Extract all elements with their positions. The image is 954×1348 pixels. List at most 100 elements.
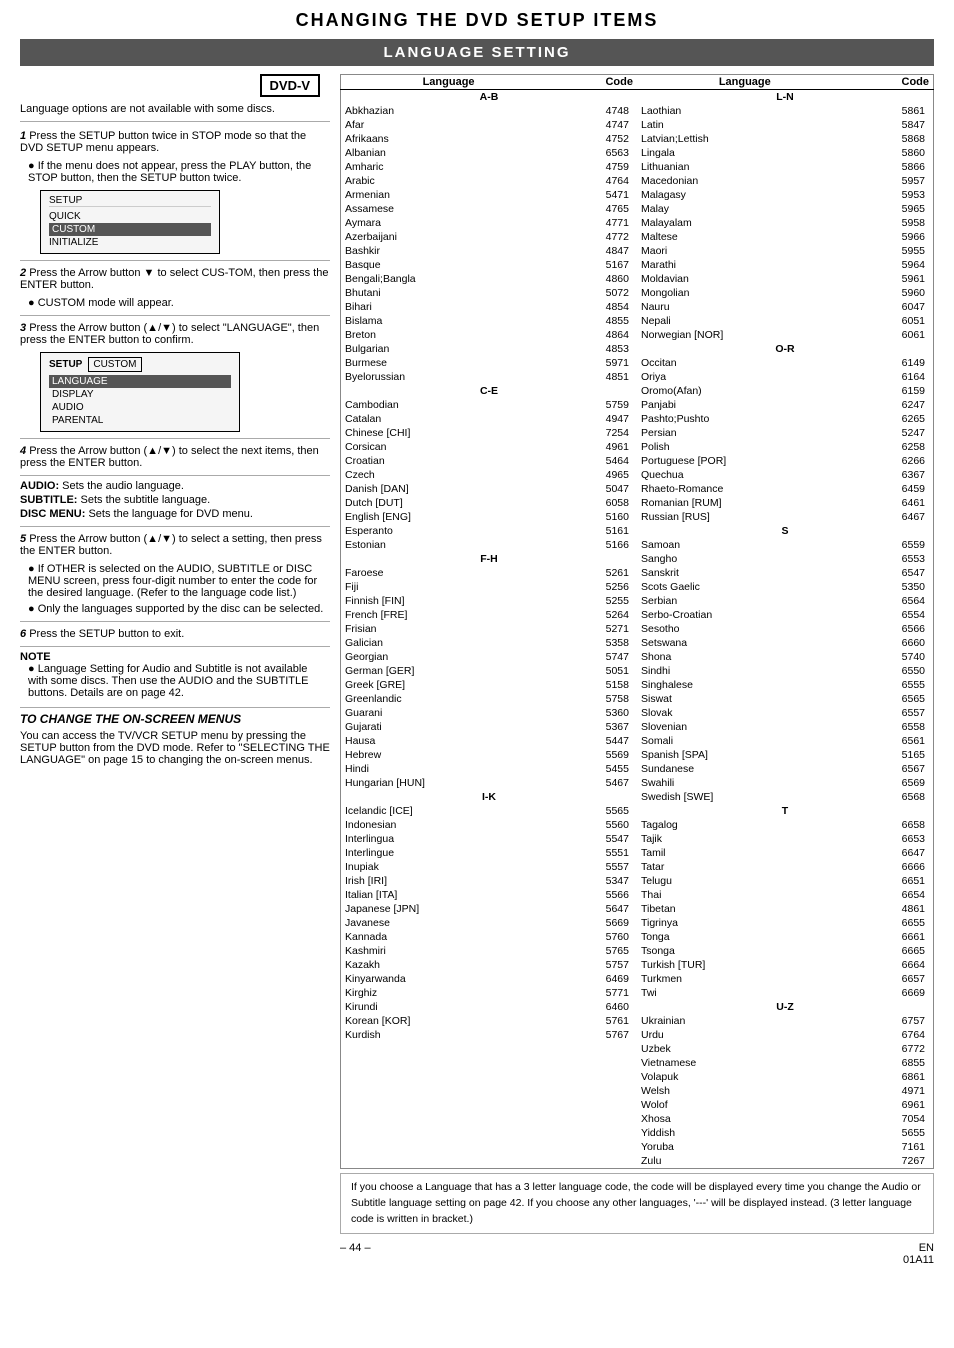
lang-name-left: Inupiak [341, 860, 557, 874]
lang-code-left: 4765 [556, 202, 637, 216]
table-row: Amharic4759Lithuanian5866 [341, 160, 934, 174]
lang-code-left: 5256 [556, 580, 637, 594]
lang-name-left: Kannada [341, 930, 557, 944]
lang-name-right: Maori [637, 244, 853, 258]
note-section: NOTE Language Setting for Audio and Subt… [20, 646, 330, 699]
lang-code-left: 6460 [556, 1000, 637, 1014]
table-row: Italian [ITA]5566Thai6654 [341, 888, 934, 902]
lang-name-right: Moldavian [637, 272, 853, 286]
lang-code-right: 6047 [853, 300, 934, 314]
lang-name-right: Malayalam [637, 216, 853, 230]
lang-name-left: Bihari [341, 300, 557, 314]
lang-name-right: Portuguese [POR] [637, 454, 853, 468]
lang-name-left: Hausa [341, 734, 557, 748]
lang-code-left: 4854 [556, 300, 637, 314]
lang-code-left: 5261 [556, 566, 637, 580]
lang-code-right: 5165 [853, 748, 934, 762]
lang-code-left: 5160 [556, 510, 637, 524]
lang-name-left: Bashkir [341, 244, 557, 258]
lang-code-left: 4860 [556, 272, 637, 286]
lang-name-right: Somali [637, 734, 853, 748]
lang-name-left: Interlingua [341, 832, 557, 846]
lang-name-left: Georgian [341, 650, 557, 664]
lang-code-left: 5455 [556, 762, 637, 776]
table-row: Catalan4947Pashto;Pushto6265 [341, 412, 934, 426]
lang-code-right: 6554 [853, 608, 934, 622]
lang-name-right: Sanskrit [637, 566, 853, 580]
step-5-bullet-2: Only the languages supported by the disc… [28, 603, 330, 615]
table-row: Bhutani5072Mongolian5960 [341, 286, 934, 300]
lang-code-right: 6653 [853, 832, 934, 846]
lang-name-right: Malay [637, 202, 853, 216]
lang-name-right: Latin [637, 118, 853, 132]
footer-page: – 44 – [340, 1242, 371, 1266]
step-1-text: Press the SETUP button twice in STOP mod… [20, 130, 306, 154]
lang-code-left: 5565 [556, 804, 637, 818]
lang-code-right: 6647 [853, 846, 934, 860]
lang-code-left: 5158 [556, 678, 637, 692]
lang-code-right: 6265 [853, 412, 934, 426]
lang-code-right: 4861 [853, 902, 934, 916]
lang-name-right: Persian [637, 426, 853, 440]
section-label-left: C-E [341, 384, 637, 398]
table-row: Hebrew5569Spanish [SPA]5165 [341, 748, 934, 762]
lang-code-right: 6247 [853, 398, 934, 412]
table-row: Faroese5261Sanskrit6547 [341, 566, 934, 580]
lang-name-left: Galician [341, 636, 557, 650]
lang-name-left: Dutch [DUT] [341, 496, 557, 510]
lang-code-left: 5360 [556, 706, 637, 720]
table-row: Yoruba7161 [341, 1140, 934, 1154]
lang-name-right: Spanish [SPA] [637, 748, 853, 762]
lang-code-left: 4764 [556, 174, 637, 188]
table-row: Bengali;Bangla4860Moldavian5961 [341, 272, 934, 286]
lang-code-left: 5767 [556, 1028, 637, 1042]
lang-name-left: Afar [341, 118, 557, 132]
lang-code-right: 6669 [853, 986, 934, 1000]
lang-code-right: 6557 [853, 706, 934, 720]
section-label-left: I-K [341, 790, 637, 804]
lang-code-right: 6657 [853, 972, 934, 986]
right-column: Language Code Language Code A-BL-NAbkhaz… [340, 74, 934, 1266]
lang-code-left: 5560 [556, 818, 637, 832]
lang-code-left: 5757 [556, 958, 637, 972]
lang-name-right: Yiddish [637, 1126, 853, 1140]
setup-value: CUSTOM [88, 357, 141, 372]
lang-name-right: Pashto;Pushto [637, 412, 853, 426]
lang-code-right: 6861 [853, 1070, 934, 1084]
intro-text: Language options are not available with … [20, 103, 330, 122]
lang-name-left: Kazakh [341, 958, 557, 972]
lang-code-right: 5860 [853, 146, 934, 160]
lang-name-right: Maltese [637, 230, 853, 244]
section-label-right: S [637, 524, 934, 538]
table-row: Hausa5447Somali6561 [341, 734, 934, 748]
lang-code-right: 6550 [853, 664, 934, 678]
table-row: A-BL-N [341, 90, 934, 105]
lang-name-left: Frisian [341, 622, 557, 636]
table-row: Yiddish5655 [341, 1126, 934, 1140]
lang-code-right: 5957 [853, 174, 934, 188]
table-row: Aymara4771Malayalam5958 [341, 216, 934, 230]
lang-code-left: 4759 [556, 160, 637, 174]
lang-code-left: 5255 [556, 594, 637, 608]
lang-name-right: Tamil [637, 846, 853, 860]
setup-menu-2-parental: PARENTAL [49, 414, 231, 427]
lang-name-left: Javanese [341, 916, 557, 930]
table-row: Assamese4765Malay5965 [341, 202, 934, 216]
lang-name-left: Irish [IRI] [341, 874, 557, 888]
table-row: Kashmiri5765Tsonga6665 [341, 944, 934, 958]
lang-code-right: 7161 [853, 1140, 934, 1154]
lang-name-left: Bislama [341, 314, 557, 328]
table-row: Dutch [DUT]6058Romanian [RUM]6461 [341, 496, 934, 510]
table-row: Cambodian5759Panjabi6247 [341, 398, 934, 412]
lang-code-left: 5464 [556, 454, 637, 468]
lang-code-right: 5350 [853, 580, 934, 594]
lang-code-left: 4864 [556, 328, 637, 342]
lang-code-right: 6266 [853, 454, 934, 468]
lang-name-left: Afrikaans [341, 132, 557, 146]
setup-menu-1-initialize: INITIALIZE [49, 236, 211, 249]
table-row: Greenlandic5758Siswat6565 [341, 692, 934, 706]
table-row: Byelorussian4851Oriya6164 [341, 370, 934, 384]
lang-name-right: Norwegian [NOR] [637, 328, 853, 342]
lang-code-left: 5557 [556, 860, 637, 874]
lang-name-left: English [ENG] [341, 510, 557, 524]
